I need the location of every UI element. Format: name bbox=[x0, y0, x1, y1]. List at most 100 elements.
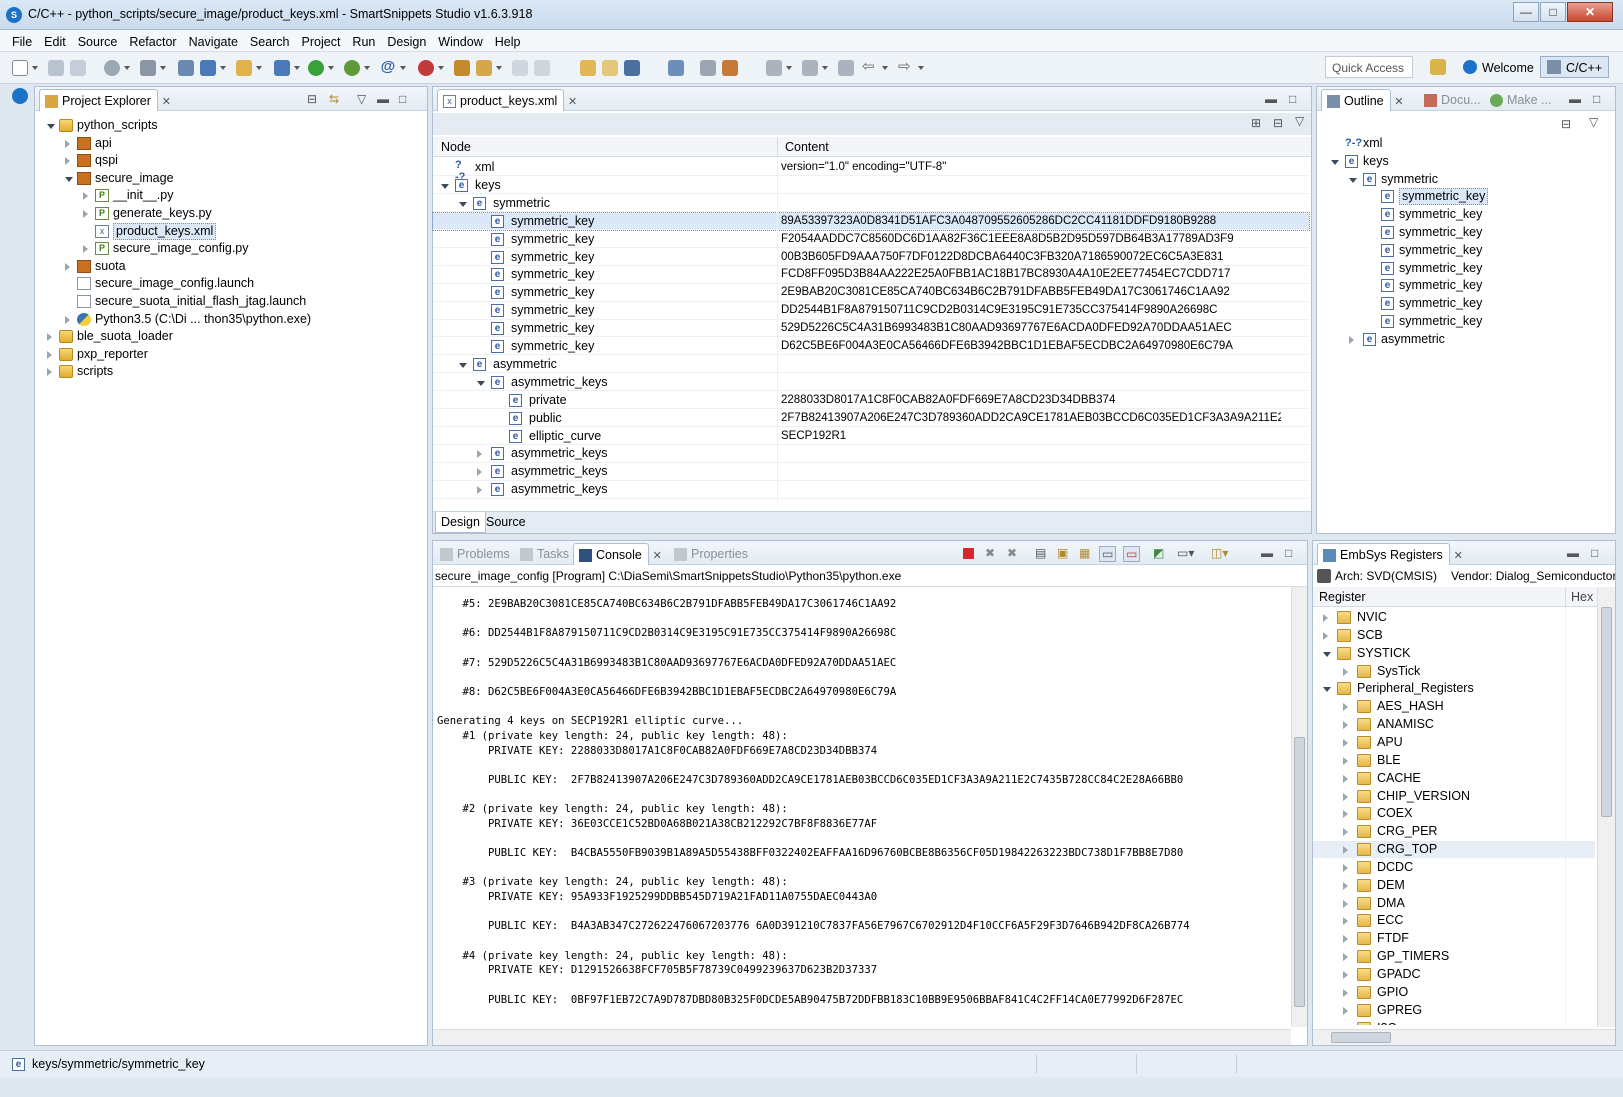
tree-item[interactable]: Python3.5 (C:\Di ... thon35\python.exe) bbox=[35, 311, 425, 328]
chevron-down-icon[interactable] bbox=[786, 66, 792, 70]
collapse-all-icon[interactable]: ⊟ bbox=[1273, 116, 1283, 130]
open-console-icon[interactable]: ◫▾ bbox=[1211, 546, 1228, 560]
smartsnippets-side-icon[interactable] bbox=[12, 88, 28, 104]
grid-row[interactable]: e symmetric_key 529D5226C5C4A31B6993483B1C… bbox=[433, 320, 1309, 338]
outline-item[interactable]: e symmetric_key bbox=[1317, 242, 1613, 259]
outline-item[interactable]: e symmetric bbox=[1317, 171, 1613, 188]
register-item[interactable]: GPADC bbox=[1313, 966, 1595, 983]
toggle-icon[interactable] bbox=[512, 60, 528, 76]
welcome-perspective-button[interactable]: Welcome bbox=[1456, 56, 1541, 78]
outline-item[interactable]: e asymmetric bbox=[1317, 331, 1613, 348]
tree-item[interactable]: secure_image_config.launch bbox=[35, 275, 425, 292]
outline-item[interactable]: e symmetric_key bbox=[1317, 260, 1613, 277]
view-menu-icon[interactable]: ▽ bbox=[357, 92, 366, 106]
register-item[interactable]: GPREG bbox=[1313, 1002, 1595, 1019]
chevron-down-icon[interactable] bbox=[822, 66, 828, 70]
collapsed-arrow-icon[interactable] bbox=[477, 450, 482, 459]
register-item[interactable]: DMA bbox=[1313, 895, 1595, 912]
new-project-icon[interactable] bbox=[200, 60, 216, 76]
collapsed-arrow-icon[interactable] bbox=[1343, 971, 1348, 979]
minimize-view-icon[interactable]: ▬ bbox=[377, 92, 389, 106]
outline-item[interactable]: e symmetric_key bbox=[1317, 295, 1613, 312]
grid-row[interactable]: ?-? xml version="1.0" encoding="UTF-8" bbox=[433, 159, 1309, 183]
settings-icon[interactable] bbox=[104, 60, 120, 76]
expanded-arrow-icon[interactable] bbox=[47, 124, 55, 129]
remove-all-launches-icon[interactable]: ✖ bbox=[1007, 546, 1017, 560]
grid-row[interactable]: e keys bbox=[433, 177, 1309, 195]
tab-outline[interactable]: Outline ✕ bbox=[1321, 89, 1404, 111]
chip-icon[interactable] bbox=[722, 60, 738, 76]
tab-product-keys-xml[interactable]: x product_keys.xml ✕ bbox=[437, 89, 577, 111]
wand-icon[interactable] bbox=[476, 60, 492, 76]
collapsed-arrow-icon[interactable] bbox=[65, 315, 70, 324]
open-perspective-icon[interactable] bbox=[1430, 59, 1446, 75]
tree-item[interactable]: qspi bbox=[35, 152, 425, 169]
tree-item[interactable]: Psecure_image_config.py bbox=[35, 240, 425, 257]
menu-edit[interactable]: Edit bbox=[38, 31, 72, 53]
minimize-view-icon[interactable]: ▬ bbox=[1569, 92, 1581, 106]
expanded-arrow-icon[interactable] bbox=[477, 380, 485, 386]
grid-row[interactable]: e private 2288033D8017A1C8F0CAB82A0FDF669E… bbox=[433, 392, 1309, 410]
register-item[interactable]: ANAMISC bbox=[1313, 716, 1595, 733]
tree-item[interactable]: python_scripts bbox=[35, 117, 425, 134]
column-node[interactable]: Node bbox=[441, 137, 471, 157]
register-item[interactable]: Peripheral_Registers bbox=[1313, 680, 1595, 697]
grid-row[interactable]: e symmetric bbox=[433, 195, 1309, 213]
tab-embsys-registers[interactable]: EmbSys Registers ✕ bbox=[1317, 543, 1463, 565]
collapsed-arrow-icon[interactable] bbox=[65, 157, 70, 166]
tree-item[interactable]: api bbox=[35, 135, 425, 152]
tab-source[interactable]: Source bbox=[481, 512, 531, 533]
chevron-down-icon[interactable] bbox=[400, 66, 406, 70]
view-menu-icon[interactable]: ▽ bbox=[1295, 114, 1304, 128]
collapsed-arrow-icon[interactable] bbox=[477, 468, 482, 477]
tab-documentation[interactable]: Docu... bbox=[1419, 89, 1487, 111]
collapsed-arrow-icon[interactable] bbox=[1343, 738, 1348, 747]
registers-vertical-scrollbar[interactable] bbox=[1597, 587, 1615, 1027]
minimize-view-icon[interactable]: ▬ bbox=[1261, 546, 1273, 560]
tab-tasks[interactable]: Tasks bbox=[515, 543, 575, 565]
folder-icon[interactable] bbox=[236, 60, 252, 76]
grid-row[interactable]: e public 2F7B82413907A206E247C3D789360ADD2… bbox=[433, 410, 1309, 427]
tab-properties[interactable]: Properties bbox=[669, 543, 754, 565]
collapsed-arrow-icon[interactable] bbox=[1343, 667, 1348, 676]
collapsed-arrow-icon[interactable] bbox=[1349, 335, 1354, 344]
outline-item[interactable]: e keys bbox=[1317, 153, 1613, 170]
tree-item[interactable]: suota bbox=[35, 258, 425, 275]
collapsed-arrow-icon[interactable] bbox=[1343, 953, 1348, 962]
chevron-down-icon[interactable] bbox=[918, 66, 924, 70]
column-content[interactable]: Content bbox=[785, 137, 829, 157]
tab-console[interactable]: Console ✕ bbox=[573, 543, 662, 565]
expanded-arrow-icon[interactable] bbox=[441, 183, 449, 189]
minimize-view-icon[interactable]: ▬ bbox=[1567, 546, 1579, 560]
grid-row[interactable]: e symmetric_key F2054AADDC7C8560DC6D1AA82F… bbox=[433, 231, 1309, 248]
register-item[interactable]: NVIC bbox=[1313, 609, 1595, 626]
view-menu-icon[interactable]: ▽ bbox=[1589, 115, 1598, 129]
maximize-view-icon[interactable]: □ bbox=[1285, 546, 1292, 560]
connect-icon[interactable] bbox=[700, 60, 716, 76]
chevron-down-icon[interactable] bbox=[124, 66, 130, 70]
grid-row[interactable]: e asymmetric_keys bbox=[433, 374, 1309, 392]
register-item[interactable]: AES_HASH bbox=[1313, 698, 1595, 715]
grid-row[interactable]: e symmetric_key 2E9BAB20C3081CE85CA740BC63… bbox=[433, 284, 1309, 302]
collapsed-arrow-icon[interactable] bbox=[1343, 917, 1348, 926]
grid-row[interactable]: e symmetric_key 89A53397323A0D8341D51AFC3A… bbox=[432, 211, 1310, 232]
grid-row[interactable]: e symmetric_key FCD8FF095D3B84AA222E25A0FB… bbox=[433, 266, 1309, 284]
prev-annotation-icon[interactable] bbox=[802, 60, 818, 76]
next-annotation-icon[interactable] bbox=[766, 60, 782, 76]
save-all-icon[interactable] bbox=[70, 60, 86, 76]
collapsed-arrow-icon[interactable] bbox=[1343, 810, 1348, 819]
collapsed-arrow-icon[interactable] bbox=[1343, 988, 1348, 997]
tab-design[interactable]: Design bbox=[435, 512, 486, 533]
register-item[interactable]: ECC bbox=[1313, 912, 1595, 929]
collapsed-arrow-icon[interactable] bbox=[1343, 899, 1348, 908]
open-type-icon[interactable] bbox=[580, 60, 596, 76]
outline-item[interactable]: ?-? xml bbox=[1317, 135, 1613, 152]
tree-item[interactable]: secure_suota_initial_flash_jtag.launch bbox=[35, 293, 425, 310]
build-hammer-icon[interactable] bbox=[140, 60, 156, 76]
chevron-down-icon[interactable] bbox=[438, 66, 444, 70]
register-item[interactable]: CHIP_VERSION bbox=[1313, 788, 1595, 805]
register-item[interactable]: BLE bbox=[1313, 752, 1595, 769]
menu-window[interactable]: Window bbox=[432, 31, 488, 53]
maximize-view-icon[interactable]: □ bbox=[399, 92, 406, 106]
close-icon[interactable]: ✕ bbox=[1454, 549, 1463, 562]
